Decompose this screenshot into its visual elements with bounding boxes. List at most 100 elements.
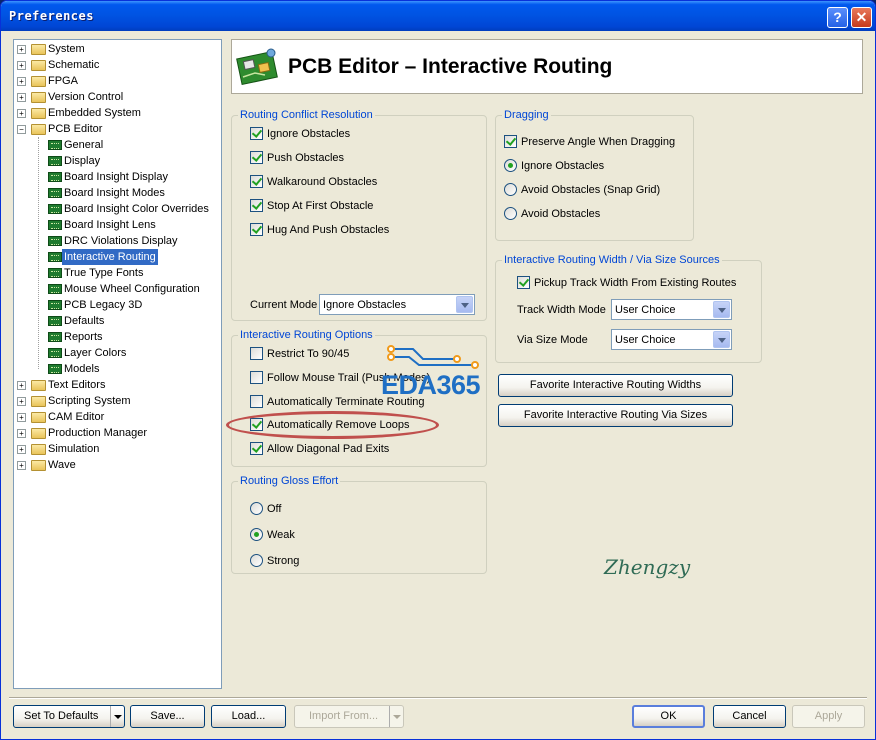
- tree-guide-line: [38, 137, 39, 369]
- expand-icon[interactable]: +: [17, 93, 26, 102]
- radio-button[interactable]: [504, 183, 517, 196]
- tree-item-text-editors[interactable]: + Text Editors: [14, 377, 221, 393]
- tree-item-label: Board Insight Display: [64, 171, 168, 183]
- checkbox-box[interactable]: [250, 127, 263, 140]
- tree-item-true-type-fonts[interactable]: True Type Fonts: [14, 265, 221, 281]
- folder-icon: [31, 460, 46, 471]
- page-header: PCB Editor – Interactive Routing: [231, 39, 863, 94]
- radio-button[interactable]: [250, 554, 263, 567]
- tree-item-label: General: [64, 139, 104, 151]
- radio-button[interactable]: [504, 159, 517, 172]
- track-width-mode-select[interactable]: User Choice: [611, 299, 732, 320]
- expand-icon[interactable]: +: [17, 45, 26, 54]
- expand-icon[interactable]: +: [17, 109, 26, 118]
- tree-item-display[interactable]: Display: [14, 153, 221, 169]
- tree-item-board-insight-lens[interactable]: Board Insight Lens: [14, 217, 221, 233]
- chevron-down-icon[interactable]: [713, 301, 730, 318]
- gloss-weak-label: Weak: [267, 529, 295, 541]
- expand-icon[interactable]: +: [17, 77, 26, 86]
- tree-item-cam-editor[interactable]: + CAM Editor: [14, 409, 221, 425]
- checkbox-box[interactable]: [250, 199, 263, 212]
- apply-button[interactable]: Apply: [792, 705, 865, 728]
- tree-item-board-insight-display[interactable]: Board Insight Display: [14, 169, 221, 185]
- pcb-page-icon: [48, 364, 62, 374]
- set-to-defaults-label: Set To Defaults: [24, 710, 99, 722]
- tree-item-board-insight-modes[interactable]: Board Insight Modes: [14, 185, 221, 201]
- conflict-hug-and-push-obstacles-label: Hug And Push Obstacles: [267, 224, 390, 236]
- eda365-watermark: EDA365: [381, 370, 481, 400]
- favorite-via-sizes-button[interactable]: Favorite Interactive Routing Via Sizes: [498, 404, 733, 427]
- expand-icon[interactable]: +: [17, 445, 26, 454]
- expand-icon[interactable]: +: [17, 61, 26, 70]
- checkbox-box[interactable]: [250, 442, 263, 456]
- tree-item-fpga[interactable]: + FPGA: [14, 73, 221, 89]
- tree-item-models[interactable]: Models: [14, 361, 221, 377]
- title-bar[interactable]: Preferences ? ✕: [1, 1, 875, 31]
- checkbox-box[interactable]: [250, 223, 263, 236]
- tree-item-drc-violations-display[interactable]: DRC Violations Display: [14, 233, 221, 249]
- tree-item-pcb-legacy-3d[interactable]: PCB Legacy 3D: [14, 297, 221, 313]
- checkbox-box[interactable]: [250, 370, 263, 384]
- tree-item-system[interactable]: + System: [14, 41, 221, 57]
- checkbox-box[interactable]: [250, 151, 263, 164]
- expand-icon[interactable]: +: [17, 413, 26, 422]
- tree-item-label: PCB Legacy 3D: [64, 299, 143, 311]
- radio-button[interactable]: [250, 502, 263, 515]
- load-button[interactable]: Load...: [211, 705, 286, 728]
- expand-icon[interactable]: +: [17, 429, 26, 438]
- tree-item-label: Embedded System: [48, 107, 141, 119]
- pcb-page-icon: [48, 348, 62, 358]
- close-button[interactable]: ✕: [851, 7, 872, 28]
- import-from-button[interactable]: Import From...: [294, 705, 404, 728]
- expand-icon[interactable]: +: [17, 461, 26, 470]
- preferences-tree[interactable]: + System + Schematic + FPGA + Version Control + E…: [13, 39, 222, 689]
- conflict-resolution-group: Routing Conflict Resolution: [231, 108, 487, 321]
- pcb-page-icon: [48, 172, 62, 182]
- tree-item-scripting-system[interactable]: + Scripting System: [14, 393, 221, 409]
- gloss-off-label: Off: [267, 503, 282, 515]
- signature: Zhengzy: [604, 555, 691, 579]
- chevron-down-icon[interactable]: [713, 331, 730, 348]
- tree-item-reports[interactable]: Reports: [14, 329, 221, 345]
- radio-button[interactable]: [504, 207, 517, 220]
- via-size-mode-select[interactable]: User Choice: [611, 329, 732, 350]
- ok-button[interactable]: OK: [632, 705, 705, 728]
- window-title: Preferences: [9, 9, 94, 23]
- checkbox-box[interactable]: [250, 394, 263, 408]
- checkbox-box[interactable]: [250, 347, 263, 360]
- cancel-button[interactable]: Cancel: [713, 705, 786, 728]
- tree-item-version-control[interactable]: + Version Control: [14, 89, 221, 105]
- tree-item-layer-colors[interactable]: Layer Colors: [14, 345, 221, 361]
- favorite-widths-button[interactable]: Favorite Interactive Routing Widths: [498, 374, 733, 397]
- chevron-down-icon[interactable]: [456, 296, 473, 313]
- expand-icon[interactable]: +: [17, 381, 26, 390]
- tree-item-label: Board Insight Lens: [64, 219, 156, 231]
- tree-item-label: Version Control: [48, 91, 124, 103]
- tree-item-schematic[interactable]: + Schematic: [14, 57, 221, 73]
- via-size-mode-value: User Choice: [615, 334, 676, 346]
- tree-item-production-manager[interactable]: + Production Manager: [14, 425, 221, 441]
- tree-item-pcb-editor[interactable]: − PCB Editor: [14, 121, 221, 137]
- help-button[interactable]: ?: [827, 7, 848, 28]
- tree-item-label: True Type Fonts: [64, 267, 144, 279]
- save-button[interactable]: Save...: [130, 705, 205, 728]
- current-mode-select[interactable]: Ignore Obstacles: [319, 294, 475, 315]
- dropdown-arrow-icon[interactable]: [110, 706, 124, 727]
- tree-item-mouse-wheel-configuration[interactable]: Mouse Wheel Configuration: [14, 281, 221, 297]
- tree-item-interactive-routing[interactable]: Interactive Routing: [14, 249, 221, 265]
- tree-item-embedded-system[interactable]: + Embedded System: [14, 105, 221, 121]
- tree-item-simulation[interactable]: + Simulation: [14, 441, 221, 457]
- checkbox-box[interactable]: [517, 276, 530, 289]
- checkbox-box[interactable]: [250, 175, 263, 188]
- tree-item-board-insight-color-overrides[interactable]: Board Insight Color Overrides: [14, 201, 221, 217]
- expand-icon[interactable]: +: [17, 397, 26, 406]
- tree-item-general[interactable]: General: [14, 137, 221, 153]
- tree-item-defaults[interactable]: Defaults: [14, 313, 221, 329]
- checkbox-box[interactable]: [504, 135, 517, 148]
- tree-item-wave[interactable]: + Wave: [14, 457, 221, 473]
- dropdown-arrow-icon[interactable]: [389, 706, 403, 727]
- set-to-defaults-button[interactable]: Set To Defaults: [13, 705, 125, 728]
- collapse-icon[interactable]: −: [17, 125, 26, 134]
- folder-icon: [31, 44, 46, 55]
- radio-button[interactable]: [250, 528, 263, 541]
